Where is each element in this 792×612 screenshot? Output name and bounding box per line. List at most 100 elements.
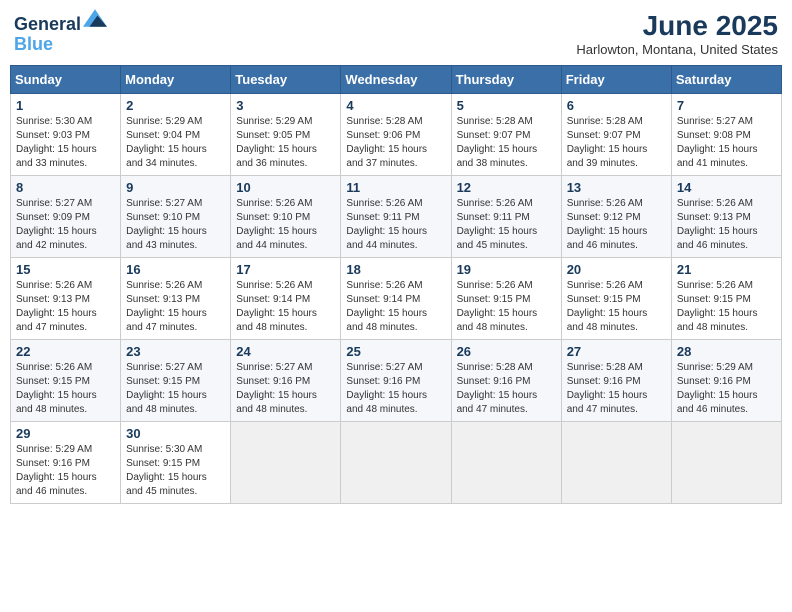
logo: General Blue <box>14 10 107 55</box>
location: Harlowton, Montana, United States <box>576 42 778 57</box>
day-number: 3 <box>236 98 335 113</box>
col-header-sunday: Sunday <box>11 66 121 94</box>
day-info: Sunrise: 5:28 AM Sunset: 9:06 PM Dayligh… <box>346 115 445 171</box>
day-number: 16 <box>126 262 225 277</box>
col-header-friday: Friday <box>561 66 671 94</box>
calendar-cell: 1 Sunrise: 5:30 AM Sunset: 9:03 PM Dayli… <box>11 94 121 176</box>
day-info: Sunrise: 5:27 AM Sunset: 9:08 PM Dayligh… <box>677 115 776 171</box>
day-info: Sunrise: 5:26 AM Sunset: 9:15 PM Dayligh… <box>457 279 556 335</box>
day-info: Sunrise: 5:28 AM Sunset: 9:07 PM Dayligh… <box>567 115 666 171</box>
calendar-cell: 30 Sunrise: 5:30 AM Sunset: 9:15 PM Dayl… <box>121 422 231 504</box>
calendar-week-3: 15 Sunrise: 5:26 AM Sunset: 9:13 PM Dayl… <box>11 258 782 340</box>
calendar-cell: 11 Sunrise: 5:26 AM Sunset: 9:11 PM Dayl… <box>341 176 451 258</box>
calendar-cell: 28 Sunrise: 5:29 AM Sunset: 9:16 PM Dayl… <box>671 340 781 422</box>
day-number: 29 <box>16 426 115 441</box>
day-number: 6 <box>567 98 666 113</box>
day-number: 1 <box>16 98 115 113</box>
calendar-cell: 8 Sunrise: 5:27 AM Sunset: 9:09 PM Dayli… <box>11 176 121 258</box>
calendar-cell: 15 Sunrise: 5:26 AM Sunset: 9:13 PM Dayl… <box>11 258 121 340</box>
day-number: 28 <box>677 344 776 359</box>
day-number: 18 <box>346 262 445 277</box>
day-number: 20 <box>567 262 666 277</box>
col-header-thursday: Thursday <box>451 66 561 94</box>
calendar-week-1: 1 Sunrise: 5:30 AM Sunset: 9:03 PM Dayli… <box>11 94 782 176</box>
day-info: Sunrise: 5:27 AM Sunset: 9:09 PM Dayligh… <box>16 197 115 253</box>
day-number: 5 <box>457 98 556 113</box>
calendar-cell <box>451 422 561 504</box>
day-number: 26 <box>457 344 556 359</box>
calendar-cell: 13 Sunrise: 5:26 AM Sunset: 9:12 PM Dayl… <box>561 176 671 258</box>
calendar-cell <box>561 422 671 504</box>
day-number: 11 <box>346 180 445 195</box>
col-header-monday: Monday <box>121 66 231 94</box>
day-number: 9 <box>126 180 225 195</box>
day-number: 27 <box>567 344 666 359</box>
day-info: Sunrise: 5:29 AM Sunset: 9:16 PM Dayligh… <box>677 361 776 417</box>
day-number: 25 <box>346 344 445 359</box>
day-info: Sunrise: 5:28 AM Sunset: 9:16 PM Dayligh… <box>457 361 556 417</box>
logo-icon <box>83 8 107 28</box>
day-info: Sunrise: 5:26 AM Sunset: 9:15 PM Dayligh… <box>16 361 115 417</box>
calendar-cell: 17 Sunrise: 5:26 AM Sunset: 9:14 PM Dayl… <box>231 258 341 340</box>
day-info: Sunrise: 5:26 AM Sunset: 9:15 PM Dayligh… <box>567 279 666 335</box>
calendar-header-row: SundayMondayTuesdayWednesdayThursdayFrid… <box>11 66 782 94</box>
day-number: 2 <box>126 98 225 113</box>
day-info: Sunrise: 5:26 AM Sunset: 9:15 PM Dayligh… <box>677 279 776 335</box>
logo-text: General <box>14 10 107 35</box>
calendar-cell: 25 Sunrise: 5:27 AM Sunset: 9:16 PM Dayl… <box>341 340 451 422</box>
day-info: Sunrise: 5:27 AM Sunset: 9:10 PM Dayligh… <box>126 197 225 253</box>
day-info: Sunrise: 5:26 AM Sunset: 9:14 PM Dayligh… <box>236 279 335 335</box>
calendar-cell: 5 Sunrise: 5:28 AM Sunset: 9:07 PM Dayli… <box>451 94 561 176</box>
calendar-cell: 29 Sunrise: 5:29 AM Sunset: 9:16 PM Dayl… <box>11 422 121 504</box>
day-info: Sunrise: 5:28 AM Sunset: 9:16 PM Dayligh… <box>567 361 666 417</box>
calendar-table: SundayMondayTuesdayWednesdayThursdayFrid… <box>10 65 782 504</box>
day-number: 17 <box>236 262 335 277</box>
day-info: Sunrise: 5:29 AM Sunset: 9:05 PM Dayligh… <box>236 115 335 171</box>
calendar-cell: 24 Sunrise: 5:27 AM Sunset: 9:16 PM Dayl… <box>231 340 341 422</box>
calendar-week-5: 29 Sunrise: 5:29 AM Sunset: 9:16 PM Dayl… <box>11 422 782 504</box>
calendar-week-2: 8 Sunrise: 5:27 AM Sunset: 9:09 PM Dayli… <box>11 176 782 258</box>
day-info: Sunrise: 5:26 AM Sunset: 9:12 PM Dayligh… <box>567 197 666 253</box>
calendar-cell <box>231 422 341 504</box>
day-number: 10 <box>236 180 335 195</box>
day-info: Sunrise: 5:30 AM Sunset: 9:15 PM Dayligh… <box>126 443 225 499</box>
day-info: Sunrise: 5:29 AM Sunset: 9:04 PM Dayligh… <box>126 115 225 171</box>
day-number: 13 <box>567 180 666 195</box>
calendar-cell: 6 Sunrise: 5:28 AM Sunset: 9:07 PM Dayli… <box>561 94 671 176</box>
calendar-cell: 26 Sunrise: 5:28 AM Sunset: 9:16 PM Dayl… <box>451 340 561 422</box>
calendar-cell: 19 Sunrise: 5:26 AM Sunset: 9:15 PM Dayl… <box>451 258 561 340</box>
calendar-cell: 12 Sunrise: 5:26 AM Sunset: 9:11 PM Dayl… <box>451 176 561 258</box>
day-info: Sunrise: 5:26 AM Sunset: 9:13 PM Dayligh… <box>677 197 776 253</box>
calendar-cell <box>341 422 451 504</box>
day-info: Sunrise: 5:27 AM Sunset: 9:15 PM Dayligh… <box>126 361 225 417</box>
day-number: 22 <box>16 344 115 359</box>
day-number: 7 <box>677 98 776 113</box>
day-info: Sunrise: 5:26 AM Sunset: 9:10 PM Dayligh… <box>236 197 335 253</box>
day-info: Sunrise: 5:26 AM Sunset: 9:11 PM Dayligh… <box>346 197 445 253</box>
calendar-cell: 3 Sunrise: 5:29 AM Sunset: 9:05 PM Dayli… <box>231 94 341 176</box>
day-info: Sunrise: 5:26 AM Sunset: 9:13 PM Dayligh… <box>126 279 225 335</box>
day-info: Sunrise: 5:26 AM Sunset: 9:13 PM Dayligh… <box>16 279 115 335</box>
day-info: Sunrise: 5:26 AM Sunset: 9:14 PM Dayligh… <box>346 279 445 335</box>
col-header-wednesday: Wednesday <box>341 66 451 94</box>
day-number: 24 <box>236 344 335 359</box>
calendar-cell: 21 Sunrise: 5:26 AM Sunset: 9:15 PM Dayl… <box>671 258 781 340</box>
month-title: June 2025 <box>576 10 778 42</box>
day-info: Sunrise: 5:26 AM Sunset: 9:11 PM Dayligh… <box>457 197 556 253</box>
day-number: 19 <box>457 262 556 277</box>
calendar-cell: 18 Sunrise: 5:26 AM Sunset: 9:14 PM Dayl… <box>341 258 451 340</box>
calendar-cell <box>671 422 781 504</box>
day-info: Sunrise: 5:27 AM Sunset: 9:16 PM Dayligh… <box>236 361 335 417</box>
day-number: 8 <box>16 180 115 195</box>
day-number: 12 <box>457 180 556 195</box>
calendar-cell: 16 Sunrise: 5:26 AM Sunset: 9:13 PM Dayl… <box>121 258 231 340</box>
day-number: 23 <box>126 344 225 359</box>
day-number: 21 <box>677 262 776 277</box>
calendar-cell: 9 Sunrise: 5:27 AM Sunset: 9:10 PM Dayli… <box>121 176 231 258</box>
day-info: Sunrise: 5:30 AM Sunset: 9:03 PM Dayligh… <box>16 115 115 171</box>
day-info: Sunrise: 5:28 AM Sunset: 9:07 PM Dayligh… <box>457 115 556 171</box>
col-header-tuesday: Tuesday <box>231 66 341 94</box>
calendar-cell: 20 Sunrise: 5:26 AM Sunset: 9:15 PM Dayl… <box>561 258 671 340</box>
calendar-cell: 27 Sunrise: 5:28 AM Sunset: 9:16 PM Dayl… <box>561 340 671 422</box>
day-number: 15 <box>16 262 115 277</box>
